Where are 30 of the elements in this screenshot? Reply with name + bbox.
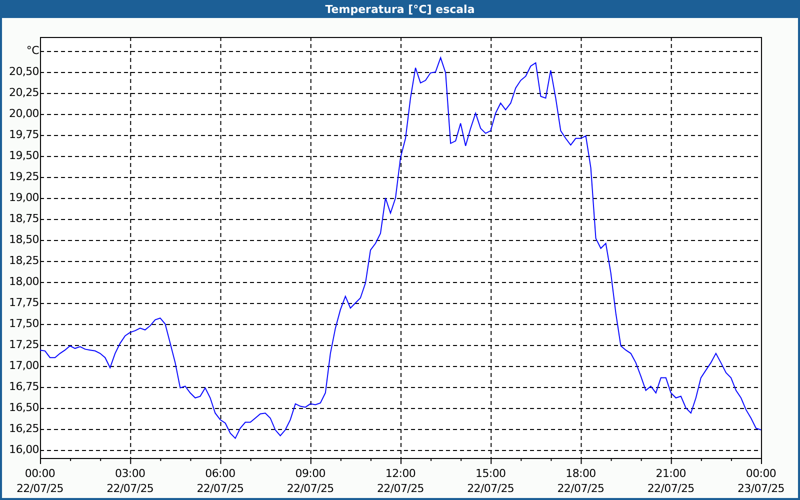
axis-label: 20,50 xyxy=(9,65,39,78)
axis-label: 06:00 22/07/25 xyxy=(196,466,245,496)
axis-label: 18,75 xyxy=(9,212,39,226)
axis-label: 18,50 xyxy=(9,233,39,246)
axis-label: 20,00 xyxy=(9,107,39,120)
axis-label: 17,75 xyxy=(9,296,39,310)
axis-label: 00:00 22/07/25 xyxy=(15,466,64,496)
axis-label: 17,50 xyxy=(9,317,39,330)
axis-label: 18,25 xyxy=(9,254,39,268)
axis-label: 18:00 22/07/25 xyxy=(556,466,606,496)
axis-label: 19,50 xyxy=(9,149,39,162)
axis-label: 00:00 23/07/25 xyxy=(736,466,786,496)
axis-label: 17,00 xyxy=(9,359,39,372)
axis-label: 15:00 22/07/25 xyxy=(466,466,516,496)
axis-label: 09:00 22/07/25 xyxy=(286,466,335,496)
axis-label: 12:00 22/07/25 xyxy=(376,466,425,496)
axis-label: 03:00 22/07/25 xyxy=(106,466,155,496)
axis-label: 19,75 xyxy=(9,128,39,142)
axis-label: °C xyxy=(26,44,39,58)
axis-label: 19,25 xyxy=(9,170,39,184)
axis-label: 16,25 xyxy=(9,422,39,436)
window-title: Temperatura [°C] escala xyxy=(0,0,800,18)
axis-label: 19,00 xyxy=(9,191,39,204)
axis-label: 16,50 xyxy=(9,401,39,414)
axis-label: 16,75 xyxy=(9,380,39,394)
axis-label: 17,25 xyxy=(9,338,39,352)
axis-label: 18,00 xyxy=(9,275,39,288)
axis-label: 21:00 22/07/25 xyxy=(646,466,696,496)
axis-label: 20,25 xyxy=(9,86,39,100)
axis-label: 16,00 xyxy=(9,443,39,456)
